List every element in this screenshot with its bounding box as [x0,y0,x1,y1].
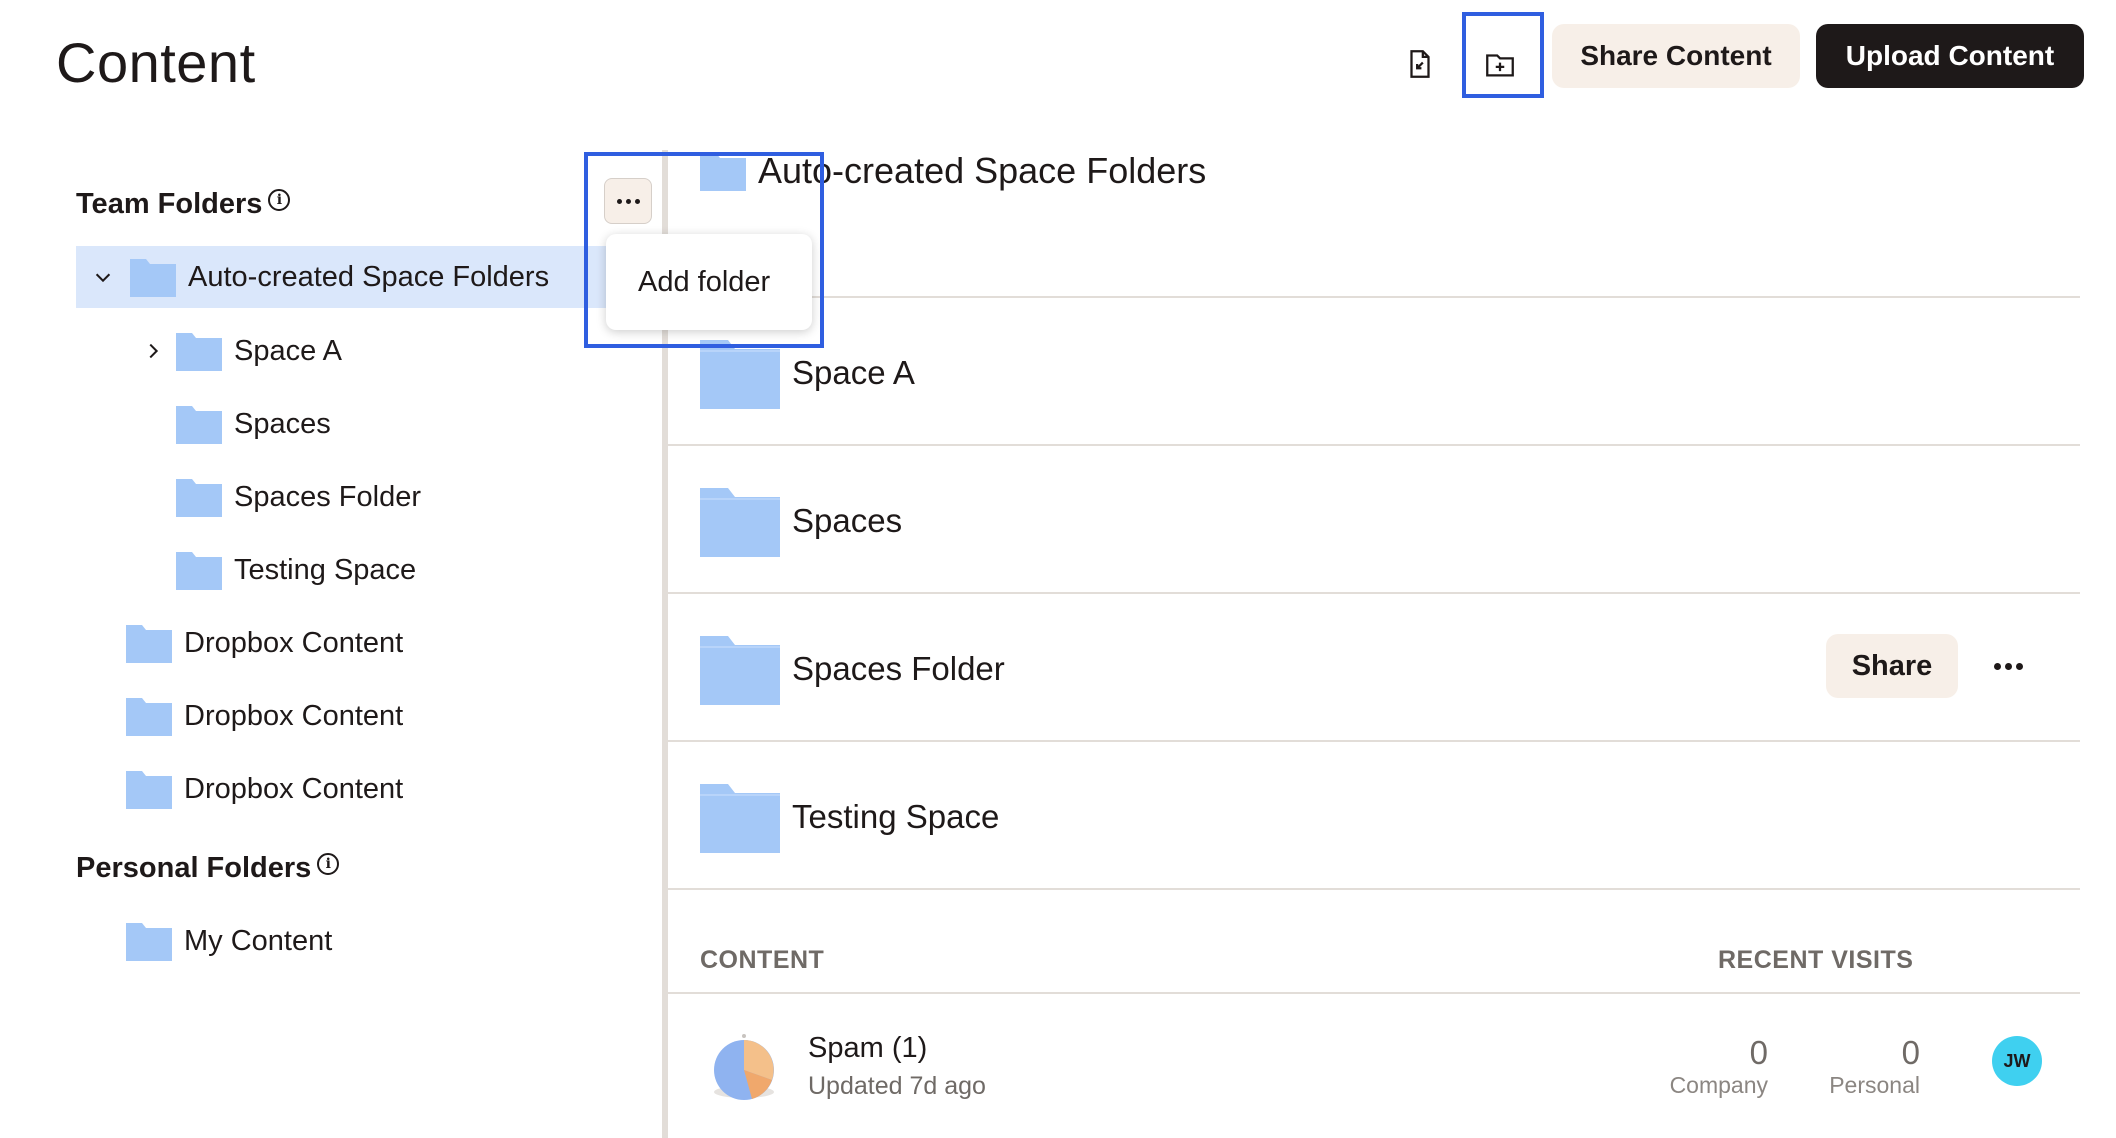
sidebar-item-spaces[interactable]: Spaces [176,393,331,455]
personal-folders-heading: Personal Folders i [76,852,340,885]
folder-more-button[interactable] [604,178,652,224]
folder-icon [176,477,222,517]
folder-row-spaces[interactable]: Spaces [700,448,2070,594]
row-divider [668,296,2080,298]
folder-icon [700,781,780,853]
menu-item-add-folder[interactable]: Add folder [638,266,770,299]
content-item-name[interactable]: Spam (1) [808,1032,927,1065]
sidebar-item-my-content[interactable]: My Content [126,910,332,972]
content-item-updated: Updated 7d ago [808,1072,986,1100]
row-divider [668,592,2080,594]
sidebar-item-testing-space[interactable]: Testing Space [176,539,416,601]
folder-icon [130,257,176,297]
folder-icon [700,151,746,191]
row-divider [668,888,2080,890]
folder-row-spaces-folder[interactable]: Spaces Folder Share [700,596,2070,742]
folder-icon [176,331,222,371]
folder-row-space-a[interactable]: Space A [700,300,2070,446]
upload-content-button[interactable]: Upload Content [1816,24,2084,88]
company-visits-count: 0 [1749,1034,1768,1071]
column-header-content: CONTENT [700,946,825,974]
sidebar-item-dropbox-content[interactable]: Dropbox Content [126,685,403,747]
folder-row-testing-space[interactable]: Testing Space [700,744,2070,890]
folder-context-menu: Add folder [606,234,812,330]
folder-icon [176,404,222,444]
folder-icon [176,550,222,590]
content-page: Content Share Content Upload Content Tea… [0,0,2116,1138]
content-thumbnail[interactable] [706,1030,782,1106]
folder-icon [700,633,780,705]
main-header: Auto-created Space Folders [700,150,1206,192]
more-icon[interactable] [1986,646,2030,686]
team-folders-heading: Team Folders i [76,188,291,221]
row-divider [668,444,2080,446]
column-header-recent-visits: RECENT VISITS [1718,946,1914,974]
main-title: Auto-created Space Folders [758,150,1207,191]
avatar[interactable]: JW [1992,1036,2042,1086]
folder-icon [700,485,780,557]
folder-icon [700,337,780,409]
sidebar-item-dropbox-content[interactable]: Dropbox Content [126,758,403,820]
company-visits-label: Company [1669,1072,1768,1098]
folder-icon [126,769,172,809]
share-content-button[interactable]: Share Content [1552,24,1800,88]
row-divider [668,992,2080,994]
new-folder-icon[interactable] [1460,24,1540,104]
personal-visits-count: 0 [1901,1034,1920,1071]
import-file-icon[interactable] [1380,24,1460,104]
folder-icon [126,696,172,736]
folder-icon [126,623,172,663]
personal-visits-label: Personal [1829,1072,1920,1098]
row-divider [668,740,2080,742]
sidebar-item-auto-created-space-folders[interactable]: Auto-created Space Folders [76,246,610,308]
sidebar-item-spaces-folder[interactable]: Spaces Folder [176,466,421,528]
folder-icon [126,921,172,961]
chevron-right-icon[interactable] [138,336,168,366]
sidebar-item-dropbox-content[interactable]: Dropbox Content [126,612,403,674]
info-icon[interactable]: i [268,188,291,211]
more-icon [616,198,640,204]
sidebar-item-space-a[interactable]: Space A [138,320,342,382]
chevron-down-icon[interactable] [88,262,118,292]
page-title: Content [56,31,256,94]
share-button[interactable]: Share [1826,634,1958,698]
info-icon[interactable]: i [317,852,340,875]
